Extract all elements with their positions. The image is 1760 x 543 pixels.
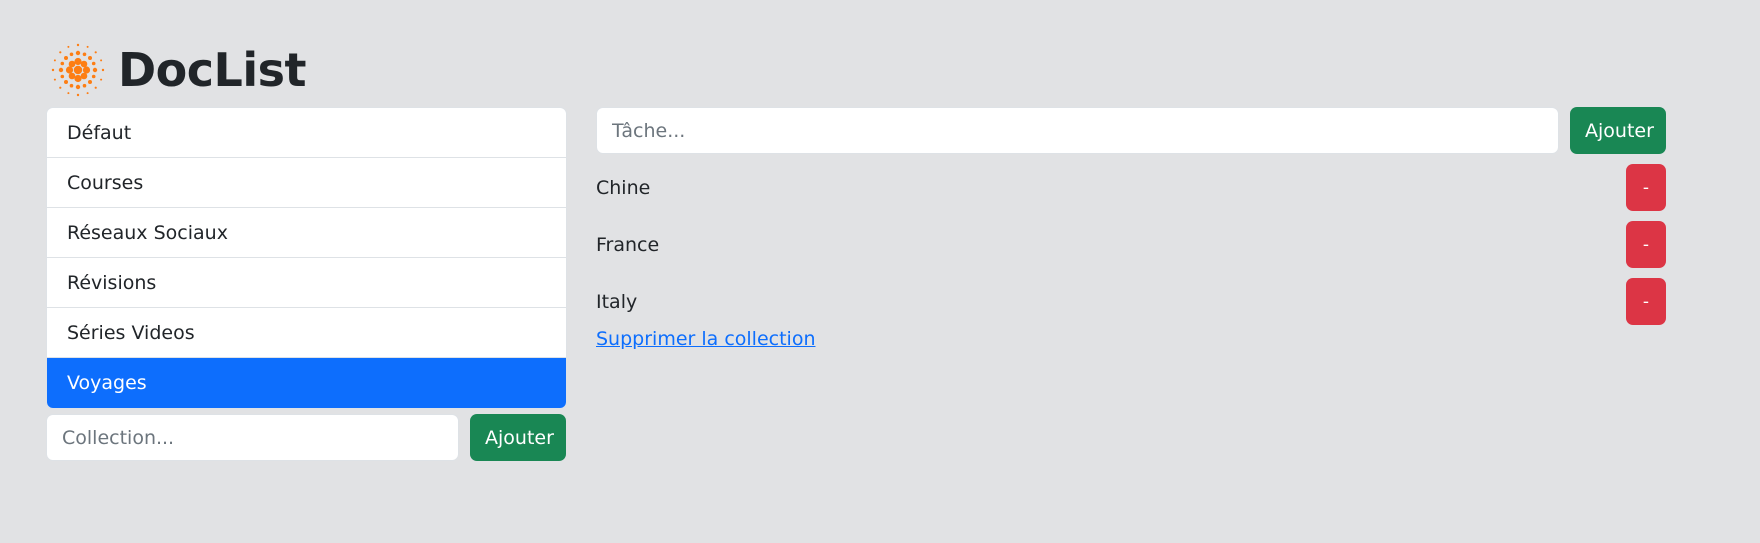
task-list: Chine - France - Italy - — [596, 164, 1666, 335]
new-collection-form: Ajouter — [46, 414, 566, 461]
task-label: Italy — [596, 290, 638, 313]
app-header: DocList — [48, 40, 307, 100]
task-row: Chine - — [596, 164, 1666, 211]
task-label: Chine — [596, 176, 651, 199]
add-collection-button[interactable]: Ajouter — [470, 414, 566, 461]
delete-task-button[interactable]: - — [1626, 278, 1666, 325]
task-input[interactable] — [596, 107, 1559, 154]
collection-item-series-videos[interactable]: Séries Videos — [47, 308, 566, 358]
delete-task-button[interactable]: - — [1626, 164, 1666, 211]
collection-item-voyages[interactable]: Voyages — [47, 358, 566, 408]
collection-input[interactable] — [46, 414, 459, 461]
collection-list: Défaut Courses Réseaux Sociaux Révisions… — [46, 107, 567, 409]
sunburst-icon — [51, 43, 105, 97]
add-task-button[interactable]: Ajouter — [1570, 107, 1666, 154]
collection-item-defaut[interactable]: Défaut — [47, 108, 566, 158]
task-row: Italy - — [596, 278, 1666, 325]
collection-item-courses[interactable]: Courses — [47, 158, 566, 208]
task-row: France - — [596, 221, 1666, 268]
delete-collection-link[interactable]: Supprimer la collection — [596, 328, 815, 350]
task-label: France — [596, 233, 660, 256]
collection-item-reseaux-sociaux[interactable]: Réseaux Sociaux — [47, 208, 566, 258]
delete-task-button[interactable]: - — [1626, 221, 1666, 268]
new-task-form: Ajouter — [596, 107, 1666, 154]
collection-item-revisions[interactable]: Révisions — [47, 258, 566, 308]
app-title: DocList — [118, 43, 307, 97]
